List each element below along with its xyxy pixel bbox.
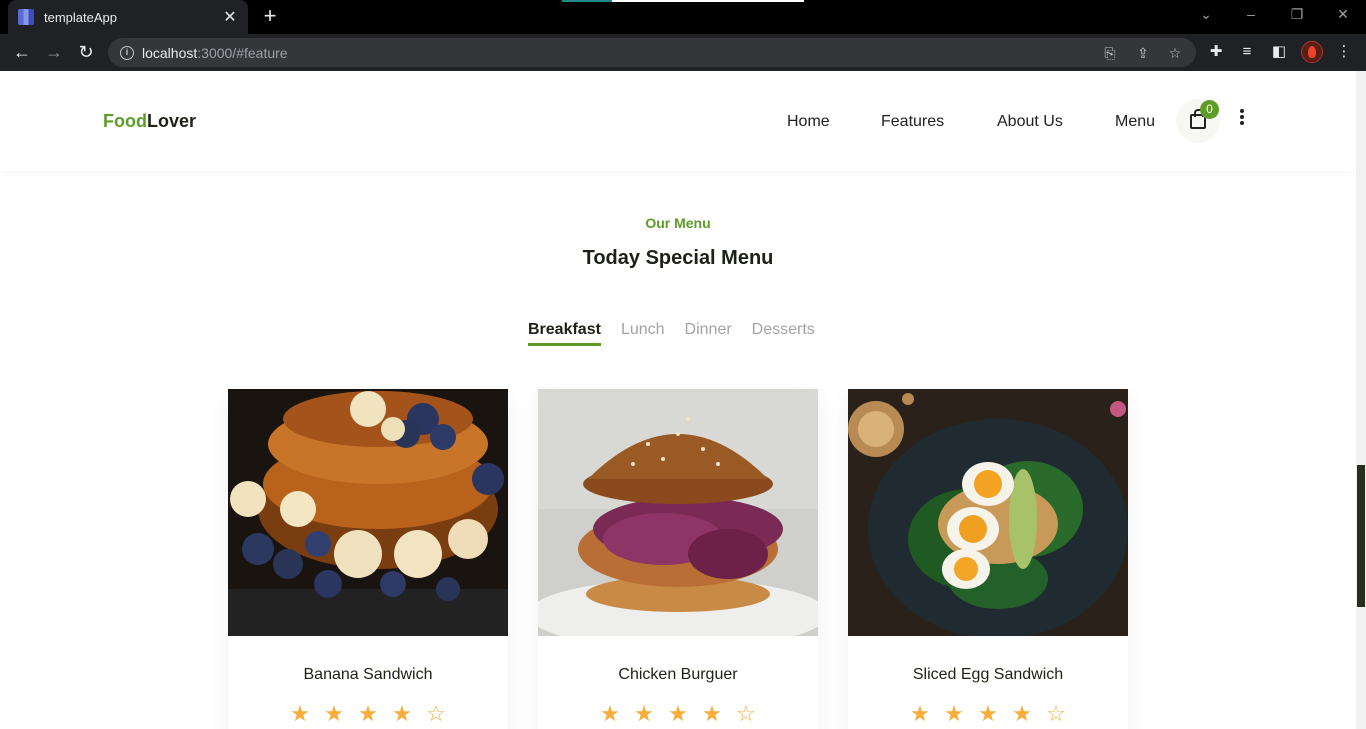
star-icon: ★ (634, 701, 654, 726)
star-icon: ★ (668, 701, 688, 726)
menu-item-name: Banana Sandwich (303, 666, 433, 683)
half-star-icon: ☆ (1046, 701, 1066, 726)
menu-item-card[interactable]: Sliced Egg Sandwich ★ ★ ★ ★ ☆ (848, 389, 1128, 729)
star-icon: ★ (910, 701, 930, 726)
banana-sandwich-photo (228, 389, 508, 636)
more-options-icon[interactable] (1236, 109, 1248, 131)
url-path: :3000/#feature (197, 44, 288, 61)
site-info-icon[interactable]: i (120, 45, 134, 60)
page-viewport: FoodLover Home Features About Us Menu 0 … (0, 71, 1356, 729)
half-star-icon: ☆ (426, 701, 446, 726)
tab-dinner[interactable]: Dinner (685, 321, 732, 346)
half-star-icon: ☆ (736, 701, 756, 726)
logo-lover: Lover (146, 111, 197, 131)
chrome-menu-icon[interactable]: ⋮ (1334, 42, 1354, 62)
section-eyebrow: Our Menu (645, 215, 711, 231)
bookmark-star-icon[interactable]: ☆ (1166, 44, 1184, 62)
forward-icon[interactable]: → (42, 40, 66, 64)
profile-avatar[interactable] (1301, 41, 1323, 63)
star-icon: ★ (944, 701, 964, 726)
nav-about-us[interactable]: About Us (997, 113, 1063, 131)
restore-icon[interactable]: ❐ (1287, 6, 1307, 23)
address-bar[interactable]: i localhost :3000/#feature ⎘ ⇪ ☆ (108, 38, 1196, 67)
section-title: Today Special Menu (582, 247, 774, 269)
browser-tabbar: templateApp ✕ + ⌄ – ❐ ✕ (0, 0, 1366, 34)
menu-item-name: Chicken Burguer (618, 666, 738, 683)
star-icon: ★ (290, 701, 310, 726)
menu-category-tabs: Breakfast Lunch Dinner Desserts (528, 321, 835, 346)
close-tab-icon[interactable]: ✕ (222, 7, 238, 27)
reload-icon[interactable]: ↻ (74, 40, 98, 64)
scrollbar-thumb[interactable] (1357, 465, 1365, 607)
star-icon: ★ (978, 701, 998, 726)
menu-item-card[interactable]: Chicken Burguer ★ ★ ★ ★ ☆ (538, 389, 818, 729)
new-tab-icon[interactable]: + (258, 5, 282, 29)
nav-menu[interactable]: Menu (1115, 113, 1155, 131)
back-icon[interactable]: ← (10, 40, 34, 64)
browser-tab[interactable]: templateApp ✕ (8, 0, 248, 34)
rating-stars: ★ ★ ★ ★ ☆ (288, 702, 448, 726)
logo-food: Food (103, 111, 147, 131)
chicken-burger-photo (538, 389, 818, 636)
share-icon[interactable]: ⇪ (1134, 44, 1152, 62)
star-icon: ★ (358, 701, 378, 726)
browser-toolbar: ← → ↻ i localhost :3000/#feature ⎘ ⇪ ☆ ✚… (0, 34, 1366, 71)
rating-stars: ★ ★ ★ ★ ☆ (908, 702, 1068, 726)
tab-strip-accent (562, 0, 804, 2)
tab-breakfast[interactable]: Breakfast (528, 321, 601, 346)
tab-lunch[interactable]: Lunch (621, 321, 665, 346)
menu-item-name: Sliced Egg Sandwich (912, 666, 1064, 683)
cart-count-badge: 0 (1200, 100, 1219, 119)
minimize-icon[interactable]: – (1241, 6, 1261, 22)
side-panel-icon[interactable]: ◧ (1269, 42, 1289, 62)
tab-title: templateApp (44, 9, 117, 25)
nav-home[interactable]: Home (787, 113, 830, 131)
tab-desserts[interactable]: Desserts (752, 321, 815, 346)
app-favicon-icon (18, 9, 34, 25)
site-header: FoodLover Home Features About Us Menu 0 (0, 71, 1356, 171)
rating-stars: ★ ★ ★ ★ ☆ (598, 702, 758, 726)
translate-icon[interactable]: ⎘ (1101, 44, 1119, 62)
menu-item-card[interactable]: Banana Sandwich ★ ★ ★ ★ ☆ (228, 389, 508, 729)
url-host: localhost (142, 44, 198, 61)
cart-button[interactable]: 0 (1176, 99, 1220, 143)
extensions-icon[interactable]: ✚ (1206, 42, 1226, 62)
nav-features[interactable]: Features (881, 113, 944, 131)
star-icon: ★ (324, 701, 344, 726)
star-icon: ★ (1012, 701, 1032, 726)
close-window-icon[interactable]: ✕ (1333, 6, 1353, 23)
sliced-egg-sandwich-photo (848, 389, 1128, 636)
star-icon: ★ (392, 701, 412, 726)
page-scrollbar[interactable] (1356, 71, 1366, 729)
site-logo[interactable]: FoodLover (103, 111, 196, 132)
tab-search-icon[interactable]: ⌄ (1196, 6, 1216, 23)
media-control-icon[interactable]: ≡ (1237, 42, 1257, 62)
star-icon: ★ (600, 701, 620, 726)
star-icon: ★ (702, 701, 722, 726)
